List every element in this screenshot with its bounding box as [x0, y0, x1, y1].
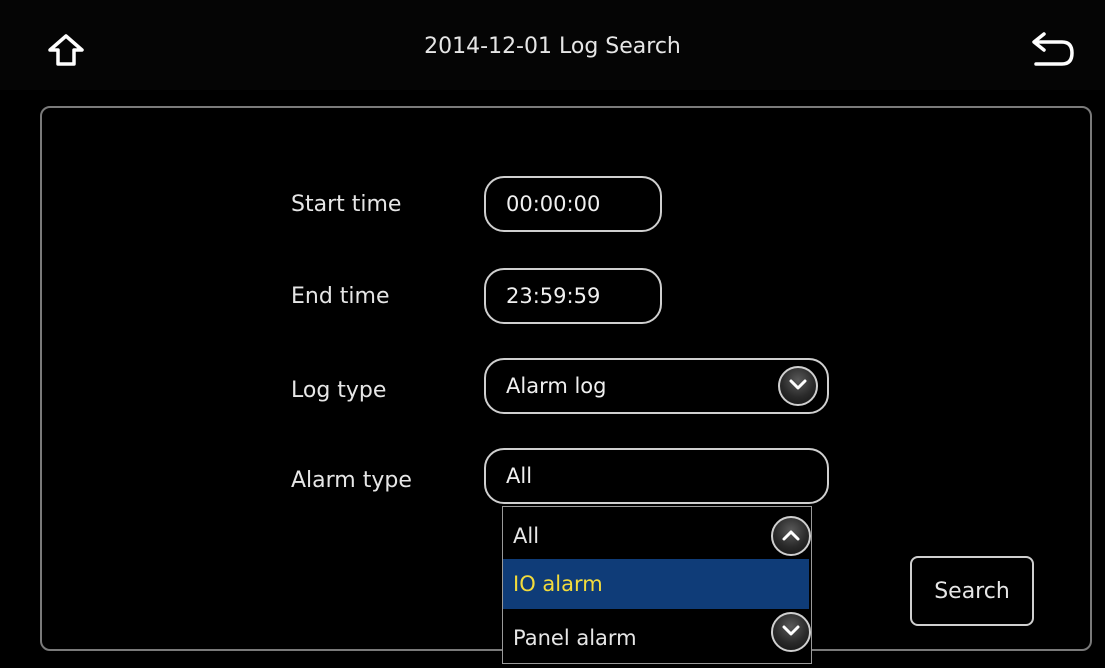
alarm-type-label: Alarm type	[291, 468, 412, 493]
chevron-up-icon	[781, 527, 801, 546]
dropdown-option-panel-alarm[interactable]: Panel alarm	[503, 613, 809, 663]
alarm-type-dropdown-list: All IO alarm Panel alarm	[502, 506, 812, 664]
log-type-dropdown-button[interactable]	[778, 366, 818, 406]
back-arrow-icon[interactable]	[1026, 28, 1076, 70]
alarm-type-value: All	[506, 464, 533, 488]
search-button[interactable]: Search	[910, 556, 1034, 626]
chevron-down-icon	[781, 623, 801, 642]
dropdown-scroll-up-button[interactable]	[771, 516, 811, 556]
end-time-field[interactable]: 23:59:59	[484, 268, 662, 324]
alarm-type-select[interactable]: All	[484, 448, 829, 504]
top-bar: 2014-12-01 Log Search	[0, 0, 1105, 90]
log-type-value: Alarm log	[506, 374, 607, 398]
end-time-label: End time	[291, 284, 390, 309]
chevron-down-icon	[788, 377, 808, 396]
dropdown-option-io-alarm[interactable]: IO alarm	[503, 559, 809, 609]
page-title: 2014-12-01 Log Search	[424, 34, 681, 59]
start-time-field[interactable]: 00:00:00	[484, 176, 662, 232]
log-type-label: Log type	[291, 378, 387, 403]
log-search-screen: 2014-12-01 Log Search Start time 00:00:0…	[0, 0, 1105, 668]
dropdown-scroll-down-button[interactable]	[771, 612, 811, 652]
start-time-label: Start time	[291, 192, 402, 217]
dropdown-option-all[interactable]: All	[503, 511, 809, 561]
